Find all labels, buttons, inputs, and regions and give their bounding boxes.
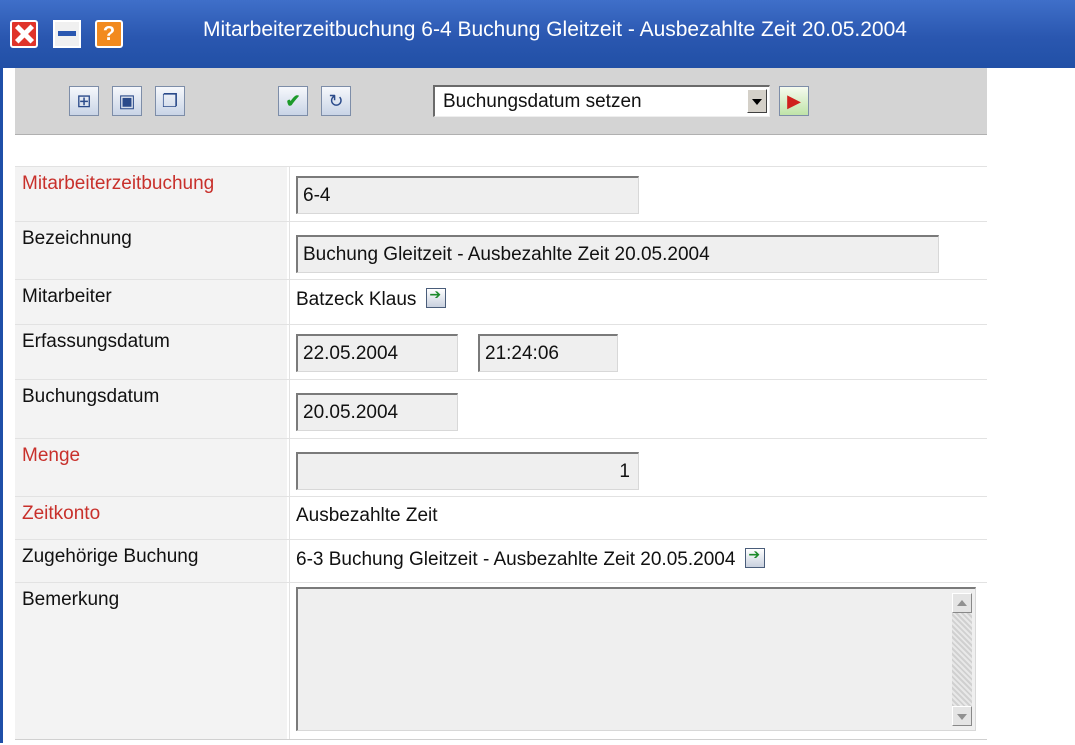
label-mitarbeiterzeitbuchung: Mitarbeiterzeitbuchung xyxy=(15,167,287,222)
label-mitarbeiter: Mitarbeiter xyxy=(15,280,287,325)
open-link-icon[interactable] xyxy=(426,287,447,308)
minimize-icon[interactable] xyxy=(53,20,81,48)
bemerkung-textarea[interactable] xyxy=(296,587,976,731)
tree-structure-icon[interactable]: ⊞ xyxy=(69,86,99,116)
refresh-icon[interactable]: ↻ xyxy=(321,86,351,116)
label-menge: Menge xyxy=(15,439,287,497)
scroll-down-icon[interactable] xyxy=(952,706,972,726)
label-bezeichnung: Bezeichnung xyxy=(15,222,287,280)
scroll-up-icon[interactable] xyxy=(952,593,972,613)
open-link-icon[interactable] xyxy=(745,547,766,568)
label-zugehoerige-buchung: Zugehörige Buchung xyxy=(15,540,287,583)
label-bemerkung: Bemerkung xyxy=(15,583,287,740)
row-buchungsdatum: Buchungsdatum 20.05.2004 xyxy=(15,379,987,439)
toolbar: ⊞ ▣ ❐ ✔ ↻ Buchungsdatum setzen ▶ xyxy=(15,68,987,135)
run-action-icon[interactable]: ▶ xyxy=(779,86,809,116)
zugehoerige-buchung-value-wrap: 6-3 Buchung Gleitzeit - Ausbezahlte Zeit… xyxy=(296,547,766,571)
label-buchungsdatum: Buchungsdatum xyxy=(15,380,287,439)
mitarbeiter-value-wrap: Batzeck Klaus xyxy=(296,287,447,311)
help-icon[interactable]: ? xyxy=(95,20,123,48)
zugehoerige-buchung-value: 6-3 Buchung Gleitzeit - Ausbezahlte Zeit… xyxy=(296,549,736,570)
row-zeitkonto: Zeitkonto Ausbezahlte Zeit xyxy=(15,496,987,540)
chevron-down-icon[interactable] xyxy=(747,89,767,113)
row-mitarbeiter: Mitarbeiter Batzeck Klaus xyxy=(15,279,987,325)
scrollbar[interactable] xyxy=(952,593,972,726)
bezeichnung-field[interactable]: Buchung Gleitzeit - Ausbezahlte Zeit 20.… xyxy=(296,235,939,273)
action-select[interactable]: Buchungsdatum setzen xyxy=(433,85,770,117)
row-zugehoerige-buchung: Zugehörige Buchung 6-3 Buchung Gleitzeit… xyxy=(15,539,987,583)
label-zeitkonto: Zeitkonto xyxy=(15,497,287,540)
label-erfassungsdatum: Erfassungsdatum xyxy=(15,325,287,380)
close-icon[interactable] xyxy=(10,20,38,48)
buchungsdatum-field[interactable]: 20.05.2004 xyxy=(296,393,458,431)
erfassungsdatum-time-field[interactable]: 21:24:06 xyxy=(478,334,618,372)
erfassungsdatum-date-field[interactable]: 22.05.2004 xyxy=(296,334,458,372)
save-check-icon[interactable]: ✔ xyxy=(278,86,308,116)
row-mitarbeiterzeitbuchung: Mitarbeiterzeitbuchung 6-4 xyxy=(15,166,987,222)
row-bemerkung: Bemerkung xyxy=(15,582,987,740)
window-title: Mitarbeiterzeitbuchung 6-4 Buchung Gleit… xyxy=(203,18,907,41)
zeitkonto-value: Ausbezahlte Zeit xyxy=(296,505,438,526)
mitarbeiter-value: Batzeck Klaus xyxy=(296,289,417,310)
mitarbeiterzeitbuchung-field[interactable]: 6-4 xyxy=(296,176,639,214)
row-bezeichnung: Bezeichnung Buchung Gleitzeit - Ausbezah… xyxy=(15,221,987,280)
folder-import-icon[interactable]: ▣ xyxy=(112,86,142,116)
copy-pages-icon[interactable]: ❐ xyxy=(155,86,185,116)
divider xyxy=(15,739,987,740)
row-menge: Menge 1 xyxy=(15,438,987,497)
menge-field[interactable]: 1 xyxy=(296,452,639,490)
title-bar: ? Mitarbeiterzeitbuchung 6-4 Buchung Gle… xyxy=(0,0,1075,68)
row-erfassungsdatum: Erfassungsdatum 22.05.2004 21:24:06 xyxy=(15,324,987,380)
action-select-value: Buchungsdatum setzen xyxy=(443,91,642,112)
